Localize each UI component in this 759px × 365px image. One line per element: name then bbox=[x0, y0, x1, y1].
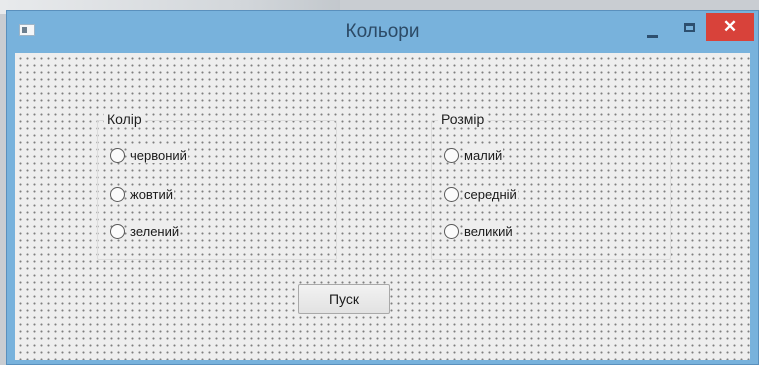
size-group: Розмір малий середній великий bbox=[431, 111, 671, 260]
radio-circle-icon[interactable] bbox=[110, 147, 125, 163]
radio-circle-icon[interactable] bbox=[110, 223, 125, 239]
radio-label: червоний bbox=[129, 147, 188, 163]
start-button[interactable]: Пуск bbox=[298, 284, 390, 314]
size-group-title: Розмір bbox=[438, 111, 488, 127]
radio-small[interactable]: малий bbox=[444, 146, 504, 164]
radio-green[interactable]: зелений bbox=[110, 222, 181, 240]
radio-label: середній bbox=[463, 186, 518, 202]
form-design-surface: Колір червоний жовтий зелений Розмір мал… bbox=[15, 53, 750, 360]
radio-medium[interactable]: середній bbox=[444, 185, 518, 203]
close-button[interactable]: ✕ bbox=[706, 13, 754, 41]
radio-circle-icon[interactable] bbox=[110, 186, 125, 202]
minimize-button[interactable] bbox=[635, 19, 669, 45]
radio-red[interactable]: червоний bbox=[110, 146, 188, 164]
radio-circle-icon[interactable] bbox=[444, 223, 459, 239]
title-bar[interactable]: Кольори ✕ bbox=[7, 11, 758, 53]
maximize-button[interactable] bbox=[673, 19, 707, 45]
radio-label: зелений bbox=[129, 223, 181, 239]
radio-label: великий bbox=[463, 223, 514, 239]
radio-circle-icon[interactable] bbox=[444, 147, 459, 163]
radio-circle-icon[interactable] bbox=[444, 186, 459, 202]
radio-label: жовтий bbox=[129, 186, 175, 202]
radio-large[interactable]: великий bbox=[444, 222, 514, 240]
app-window: Кольори ✕ Колір червоний жовтий зелений bbox=[6, 10, 759, 365]
radio-label: малий bbox=[463, 147, 504, 163]
color-group-title: Колір bbox=[104, 111, 145, 127]
close-icon: ✕ bbox=[722, 17, 738, 36]
color-group: Колір червоний жовтий зелений bbox=[97, 111, 337, 260]
radio-yellow[interactable]: жовтий bbox=[110, 185, 175, 203]
